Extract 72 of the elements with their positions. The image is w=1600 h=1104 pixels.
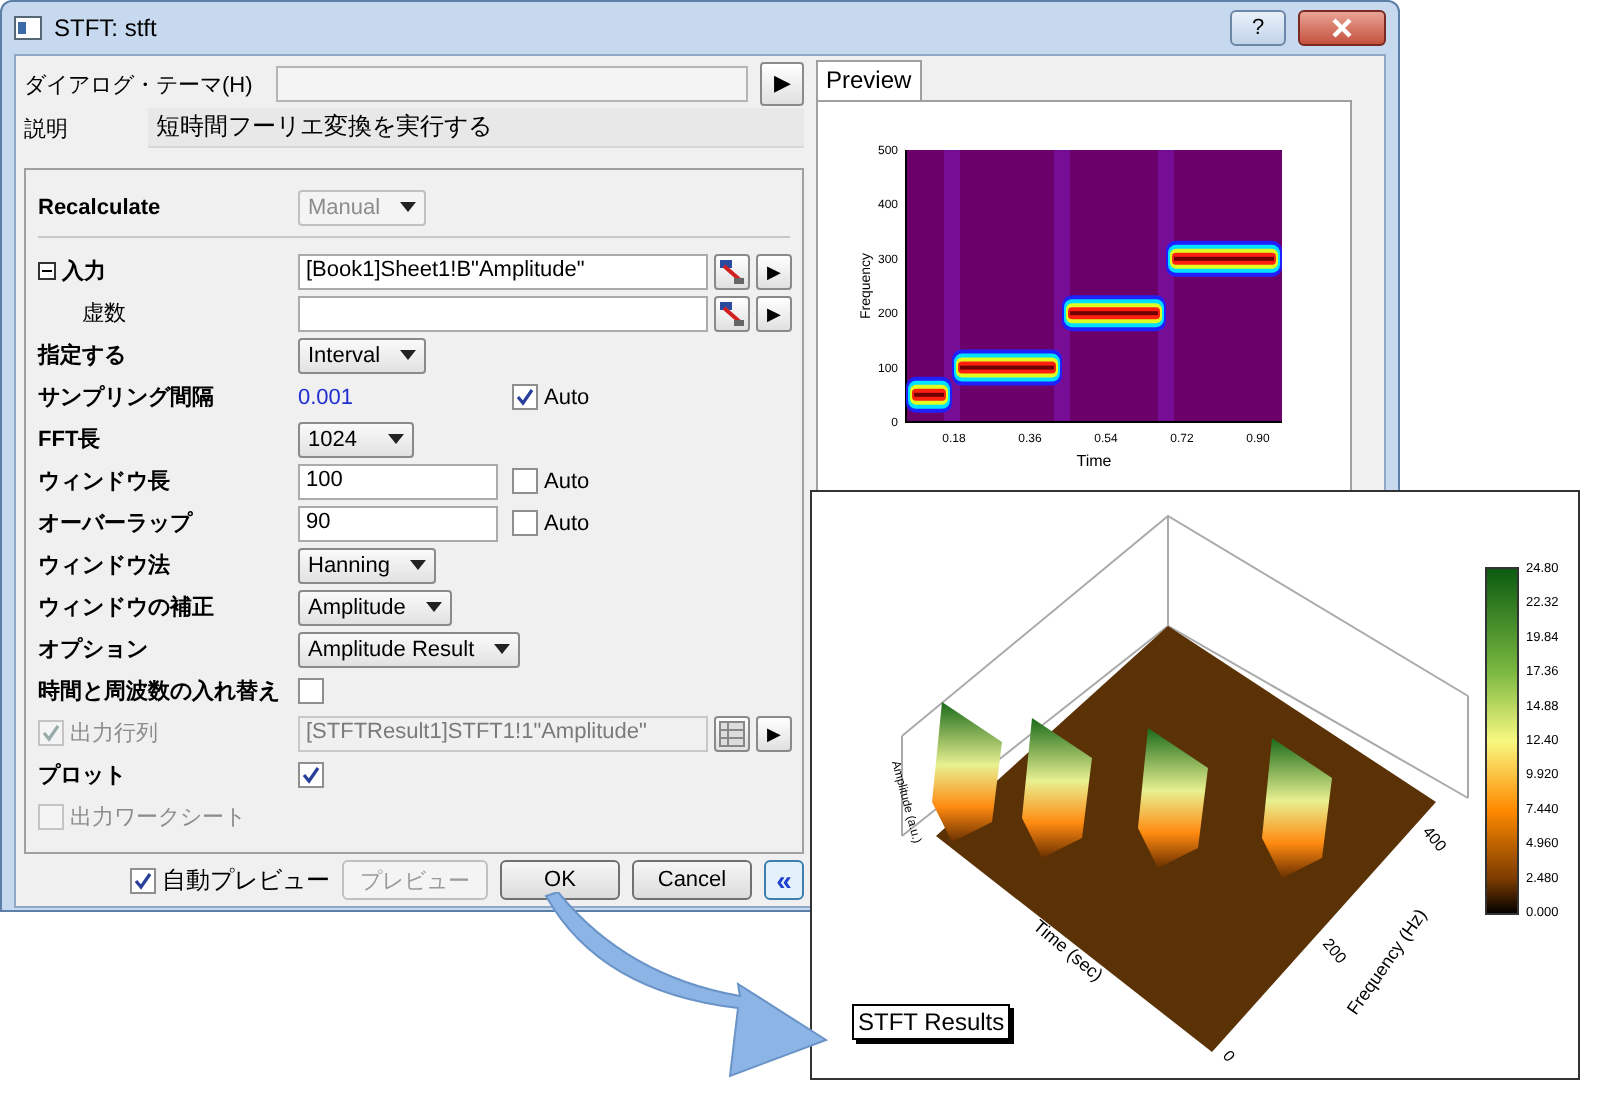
menu-arrow-button[interactable]: ▶ [756, 295, 792, 331]
field-label: ウィンドウ法 [38, 551, 170, 580]
caret-icon [494, 644, 511, 654]
help-button[interactable]: ? [1230, 10, 1286, 46]
description-label: 説明 [24, 115, 70, 143]
field-label: Recalculate [38, 195, 161, 219]
field-label: ウィンドウ長 [38, 468, 170, 496]
caret-icon [409, 560, 426, 570]
field-label: 入力 [62, 257, 106, 286]
input-field[interactable]: 100 [298, 463, 498, 499]
dropdown[interactable]: Amplitude [298, 589, 452, 625]
range-picker-button[interactable] [714, 295, 750, 331]
auto-checkbox[interactable] [512, 468, 538, 494]
amplitude-ridge [1262, 738, 1332, 878]
range-picker-button[interactable] [714, 253, 750, 289]
frequency-band [1062, 295, 1166, 332]
caret-icon [400, 350, 417, 360]
caret-icon [425, 602, 442, 612]
tick-label: 0 [1218, 1047, 1239, 1066]
window-icon [14, 16, 42, 40]
close-icon [1330, 18, 1354, 38]
checkbox[interactable] [298, 678, 324, 704]
field-label: 出力行列 [70, 720, 158, 748]
dropdown[interactable]: Interval [298, 337, 427, 373]
auto-checkbox[interactable] [512, 384, 538, 410]
field-label: オプション [38, 635, 148, 664]
field-label: プロット [38, 761, 126, 790]
field-label: 出力ワークシート [70, 804, 246, 832]
amplitude-ridge [1022, 718, 1092, 858]
axis-title: Time [1076, 452, 1112, 470]
window-title: STFT: stft [54, 14, 157, 42]
tick-label: 400 [1418, 823, 1450, 856]
menu-arrow-button[interactable]: ▶ [756, 253, 792, 289]
theme-field[interactable] [276, 66, 748, 102]
field-label: オーバーラップ [38, 509, 192, 538]
checkbox[interactable] [298, 762, 324, 788]
dialog-button[interactable]: OK [500, 860, 620, 900]
close-button[interactable] [1298, 10, 1386, 46]
field-label: サンプリング間隔 [38, 383, 214, 412]
auto-label: Auto [544, 511, 590, 535]
dropdown[interactable]: Hanning [298, 547, 436, 583]
collapse-button[interactable]: « [764, 860, 804, 900]
caret-icon [400, 202, 417, 212]
collapse-icon[interactable] [38, 262, 56, 280]
dialog-button[interactable]: Cancel [632, 860, 752, 900]
range-picker-button[interactable] [714, 715, 750, 751]
theme-label: ダイアログ・テーマ(H) [24, 71, 255, 99]
dropdown[interactable]: Amplitude Result [298, 631, 521, 667]
theme-menu-button[interactable]: ▶ [760, 62, 804, 106]
auto-preview-label: 自動プレビュー [162, 863, 330, 897]
field-label: 時間と周波数の入れ替え [38, 677, 280, 706]
field-label: 指定する [38, 341, 126, 370]
auto-label: Auto [544, 469, 590, 493]
tick-label: 200 [1318, 935, 1350, 968]
field-label: ウィンドウの補正 [38, 593, 214, 622]
field-label: 虚数 [80, 300, 126, 328]
value-text: 0.001 [298, 385, 356, 409]
graph-legend: STFT Results [852, 1004, 1011, 1040]
auto-checkbox[interactable] [512, 510, 538, 536]
dropdown[interactable]: 1024 [298, 421, 414, 457]
field-label: FFT長 [38, 426, 101, 454]
input-field[interactable]: [Book1]Sheet1!B"Amplitude" [298, 253, 708, 289]
preview-tab[interactable]: Preview [816, 60, 922, 100]
caret-icon [388, 434, 404, 444]
checkbox[interactable] [130, 867, 156, 893]
description-text: 短時間フーリエ変換を実行する [148, 108, 804, 148]
amplitude-ridge [1138, 728, 1208, 868]
input-field[interactable] [298, 295, 708, 331]
auto-label: Auto [544, 385, 590, 409]
amplitude-ridge [932, 702, 1002, 842]
frequency-band [1166, 240, 1282, 277]
input-field[interactable]: 90 [298, 505, 498, 541]
